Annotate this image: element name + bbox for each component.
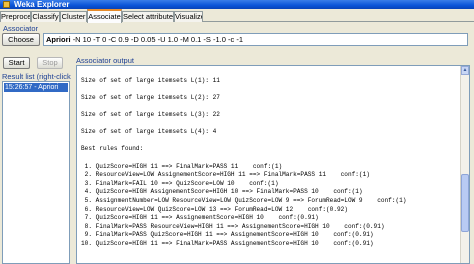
tab-associate[interactable]: Associate: [87, 9, 122, 23]
output-line: Size of set of large itemsets L(3): 22: [81, 110, 220, 118]
output-line: Size of set of large itemsets L(2): 27: [81, 93, 220, 101]
associator-config-field[interactable]: Apriori -N 10 -T 0 -C 0.9 -D 0.05 -U 1.0…: [43, 33, 468, 46]
output-line: 7. QuizScore=HIGH 11 ==> AssignementScor…: [81, 214, 319, 222]
tab-visualize[interactable]: Visualize: [174, 11, 203, 22]
associator-options: -N 10 -T 0 -C 0.9 -D 0.05 -U 1.0 -M 0.1 …: [72, 35, 244, 44]
start-button[interactable]: Start: [3, 57, 30, 69]
window-title-bar: Weka Explorer: [0, 0, 474, 9]
choose-button[interactable]: Choose: [2, 33, 40, 46]
scroll-up-arrow-icon[interactable]: ▲: [461, 66, 469, 75]
tab-select-attributes[interactable]: Select attributes: [122, 11, 174, 22]
output-line: 4. QuizScore=HIGH AssignementScore=HIGH …: [81, 188, 363, 196]
window-title: Weka Explorer: [14, 0, 70, 9]
associator-config-row: Choose Apriori -N 10 -T 0 -C 0.9 -D 0.05…: [2, 33, 470, 47]
associator-output-label: Associator output: [76, 56, 134, 65]
tab-classify[interactable]: Classify: [31, 11, 60, 22]
associator-section-label: Associator: [3, 24, 39, 33]
output-line: 8. FinalMark=PASS ResourceView=HIGH 11 =…: [81, 222, 385, 230]
output-line: 10. QuizScore=HIGH 11 ==> FinalMark=PASS…: [81, 239, 374, 247]
result-list-item[interactable]: 15:26:57 - Apriori: [4, 83, 68, 92]
tab-preprocess[interactable]: Preprocess: [0, 11, 31, 22]
associator-output-panel[interactable]: Size of set of large itemsets L(1): 11 S…: [76, 65, 470, 264]
output-line: Size of set of large itemsets L(4): 4: [81, 128, 217, 136]
result-list[interactable]: 15:26:57 - Apriori: [2, 81, 70, 264]
result-list-label: Result list (right-click for: [2, 72, 71, 81]
tab-cluster[interactable]: Cluster: [60, 11, 87, 22]
output-line: 1. QuizScore=HIGH 11 ==> FinalMark=PASS …: [81, 162, 283, 170]
scroll-thumb[interactable]: [461, 174, 469, 232]
associator-name: Apriori: [46, 35, 71, 44]
output-line: Best rules found:: [81, 145, 144, 153]
output-line: 3. FinalMark=FAIL 10 ==> QuizScore=LOW 1…: [81, 179, 279, 187]
tab-bar: Preprocess Classify Cluster Associate Se…: [0, 9, 474, 23]
output-line: Size of set of large itemsets L(1): 11: [81, 76, 220, 84]
weka-app-icon: [3, 1, 10, 8]
output-line: 6. ResourceView=LOW QuizScore=LOW 13 ==>…: [81, 205, 348, 213]
output-line: 2. ResourceView=LOW AssignementScore=HIG…: [81, 171, 370, 179]
associator-output-text: Size of set of large itemsets L(1): 11 S…: [81, 68, 459, 248]
stop-button[interactable]: Stop: [37, 57, 63, 69]
output-line: 5. AssignmentNumber=LOW ResourceView=LOW…: [81, 196, 407, 204]
output-line: 9. FinalMark=PASS QuizScore=HIGH 11 ==> …: [81, 231, 374, 239]
output-scrollbar[interactable]: ▲: [460, 66, 469, 263]
